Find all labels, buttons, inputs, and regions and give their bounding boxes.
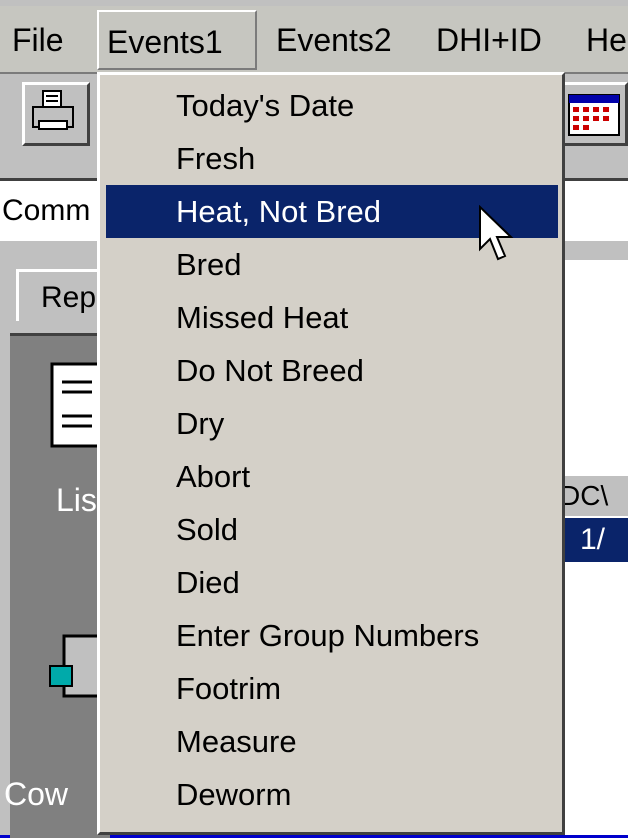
list-label: Lis	[56, 482, 97, 518]
left-icon-panel: Lis Cow	[4, 333, 110, 838]
menu-item-deworm[interactable]: Deworm	[106, 768, 558, 821]
menu-bar: File Events1 Events2 DHI+ID He	[0, 6, 628, 74]
calendar-button[interactable]	[560, 82, 628, 146]
printer-icon	[32, 90, 74, 130]
menu-item-do-not-breed[interactable]: Do Not Breed	[106, 344, 558, 397]
cow-label: Cow	[4, 776, 69, 812]
calendar-icon	[568, 94, 620, 136]
right-selected-row[interactable]: 1/	[560, 518, 628, 562]
menu-item-sold[interactable]: Sold	[106, 503, 558, 556]
menu-item-todays-date[interactable]: Today's Date	[106, 79, 558, 132]
menu-events1[interactable]: Events1	[97, 10, 257, 70]
menu-events2[interactable]: Events2	[268, 18, 400, 62]
menu-item-enter-group-numbers[interactable]: Enter Group Numbers	[106, 609, 558, 662]
events1-dropdown-menu: Today's Date Fresh Heat, Not Bred Bred M…	[97, 72, 565, 835]
menu-item-abort[interactable]: Abort	[106, 450, 558, 503]
menu-item-missed-heat[interactable]: Missed Heat	[106, 291, 558, 344]
right-header: DC\	[560, 476, 628, 516]
command-label: Comm	[2, 194, 91, 227]
menu-item-fresh[interactable]: Fresh	[106, 132, 558, 185]
print-button[interactable]	[22, 82, 90, 146]
menu-file[interactable]: File	[4, 18, 72, 62]
right-list-pane: DC\ 1/	[560, 260, 628, 835]
menu-item-measure[interactable]: Measure	[106, 715, 558, 768]
menu-dhi-id[interactable]: DHI+ID	[428, 18, 550, 62]
menu-item-footrim[interactable]: Footrim	[106, 662, 558, 715]
menu-item-dry[interactable]: Dry	[106, 397, 558, 450]
menu-item-died[interactable]: Died	[106, 556, 558, 609]
mouse-cursor-icon	[479, 205, 514, 261]
application-window: File Events1 Events2 DHI+ID He Comm Rep …	[0, 0, 628, 838]
menu-help[interactable]: He	[578, 18, 628, 62]
